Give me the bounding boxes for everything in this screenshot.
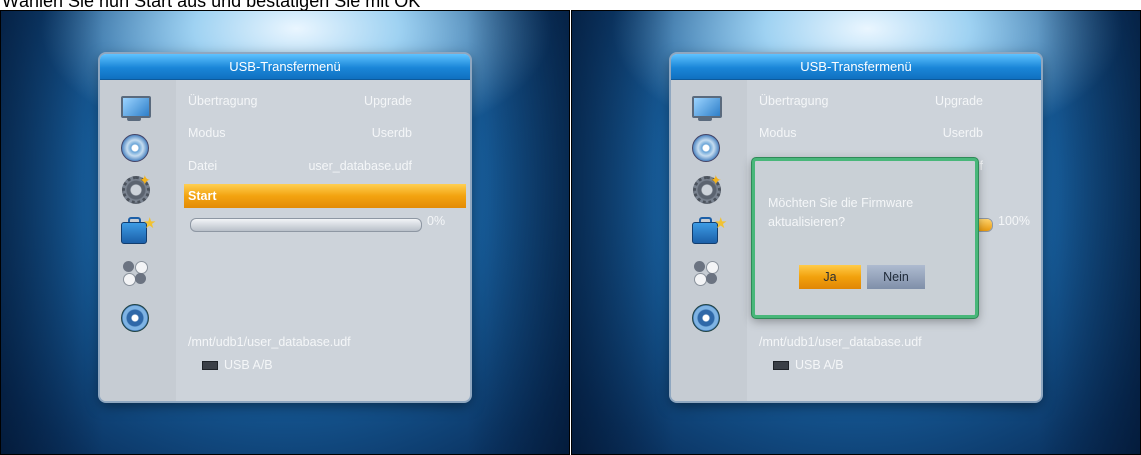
briefcase-icon[interactable]: ★ bbox=[690, 215, 727, 244]
usb-label: USB A/B bbox=[224, 358, 273, 372]
file-path: /mnt/udb1/user_database.udf bbox=[188, 335, 351, 349]
gear-icon[interactable]: ✦ bbox=[690, 172, 722, 204]
row-label: Modus bbox=[188, 126, 226, 140]
row-value: user_database.udf bbox=[308, 159, 412, 173]
gear-icon[interactable]: ✦ bbox=[119, 172, 151, 204]
cd-icon[interactable] bbox=[690, 304, 720, 332]
menu-title: USB-Transfermenü bbox=[100, 54, 470, 80]
usb-label: USB A/B bbox=[795, 358, 844, 372]
row-file[interactable]: Datei user_database.udf bbox=[184, 156, 470, 176]
row-label: Übertragung bbox=[188, 94, 258, 108]
progress-percent: 0% bbox=[427, 214, 446, 228]
row-transfer[interactable]: Übertragung Upgrade bbox=[184, 91, 470, 111]
balls-icon[interactable] bbox=[690, 258, 720, 286]
menu-title: USB-Transfermenü bbox=[671, 54, 1041, 80]
row-value: Upgrade bbox=[364, 94, 412, 108]
row-value: Userdb bbox=[371, 126, 412, 140]
usb-icon bbox=[773, 361, 789, 371]
balls-icon[interactable] bbox=[119, 258, 149, 286]
usb-device: USB A/B bbox=[773, 358, 844, 372]
row-label: Übertragung bbox=[759, 94, 829, 108]
monitor-icon[interactable] bbox=[119, 94, 151, 122]
row-mode[interactable]: Modus Userdb bbox=[755, 123, 1041, 143]
usb-transfer-menu: USB-Transfermenü ✦ ★ Übertragung Upgrade… bbox=[100, 54, 470, 401]
row-transfer[interactable]: Übertragung Upgrade bbox=[755, 91, 1041, 111]
icon-column: ✦ ★ bbox=[100, 80, 176, 401]
row-label: Modus bbox=[759, 126, 797, 140]
row-label: Datei bbox=[188, 159, 218, 173]
briefcase-icon[interactable]: ★ bbox=[119, 215, 156, 244]
progress-percent: 100% bbox=[998, 214, 1030, 228]
start-button[interactable]: Start bbox=[184, 184, 466, 208]
usb-icon bbox=[202, 361, 218, 371]
monitor-icon[interactable] bbox=[690, 94, 722, 122]
icon-column: ✦ ★ bbox=[671, 80, 747, 401]
start-label: Start bbox=[188, 189, 217, 203]
disc-icon[interactable] bbox=[690, 134, 720, 162]
no-button[interactable]: Nein bbox=[867, 265, 925, 289]
row-mode[interactable]: Modus Userdb bbox=[184, 123, 470, 143]
yes-button[interactable]: Ja bbox=[799, 265, 861, 289]
row-value: Upgrade bbox=[935, 94, 983, 108]
dialog-message: Möchten Sie die Firmware aktualisieren? bbox=[768, 196, 914, 229]
disc-icon[interactable] bbox=[119, 134, 149, 162]
menu-content: Übertragung Upgrade Modus Userdb Datei u… bbox=[184, 80, 470, 401]
screenshot-left: USB-Transfermenü ✦ ★ Übertragung Upgrade… bbox=[0, 10, 570, 455]
file-path: /mnt/udb1/user_database.udf bbox=[759, 335, 922, 349]
usb-device: USB A/B bbox=[202, 358, 273, 372]
progress-bar bbox=[190, 218, 422, 232]
row-value: Userdb bbox=[942, 126, 983, 140]
firmware-dialog: Möchten Sie die Firmware aktualisieren? … bbox=[752, 158, 978, 318]
cd-icon[interactable] bbox=[119, 304, 149, 332]
